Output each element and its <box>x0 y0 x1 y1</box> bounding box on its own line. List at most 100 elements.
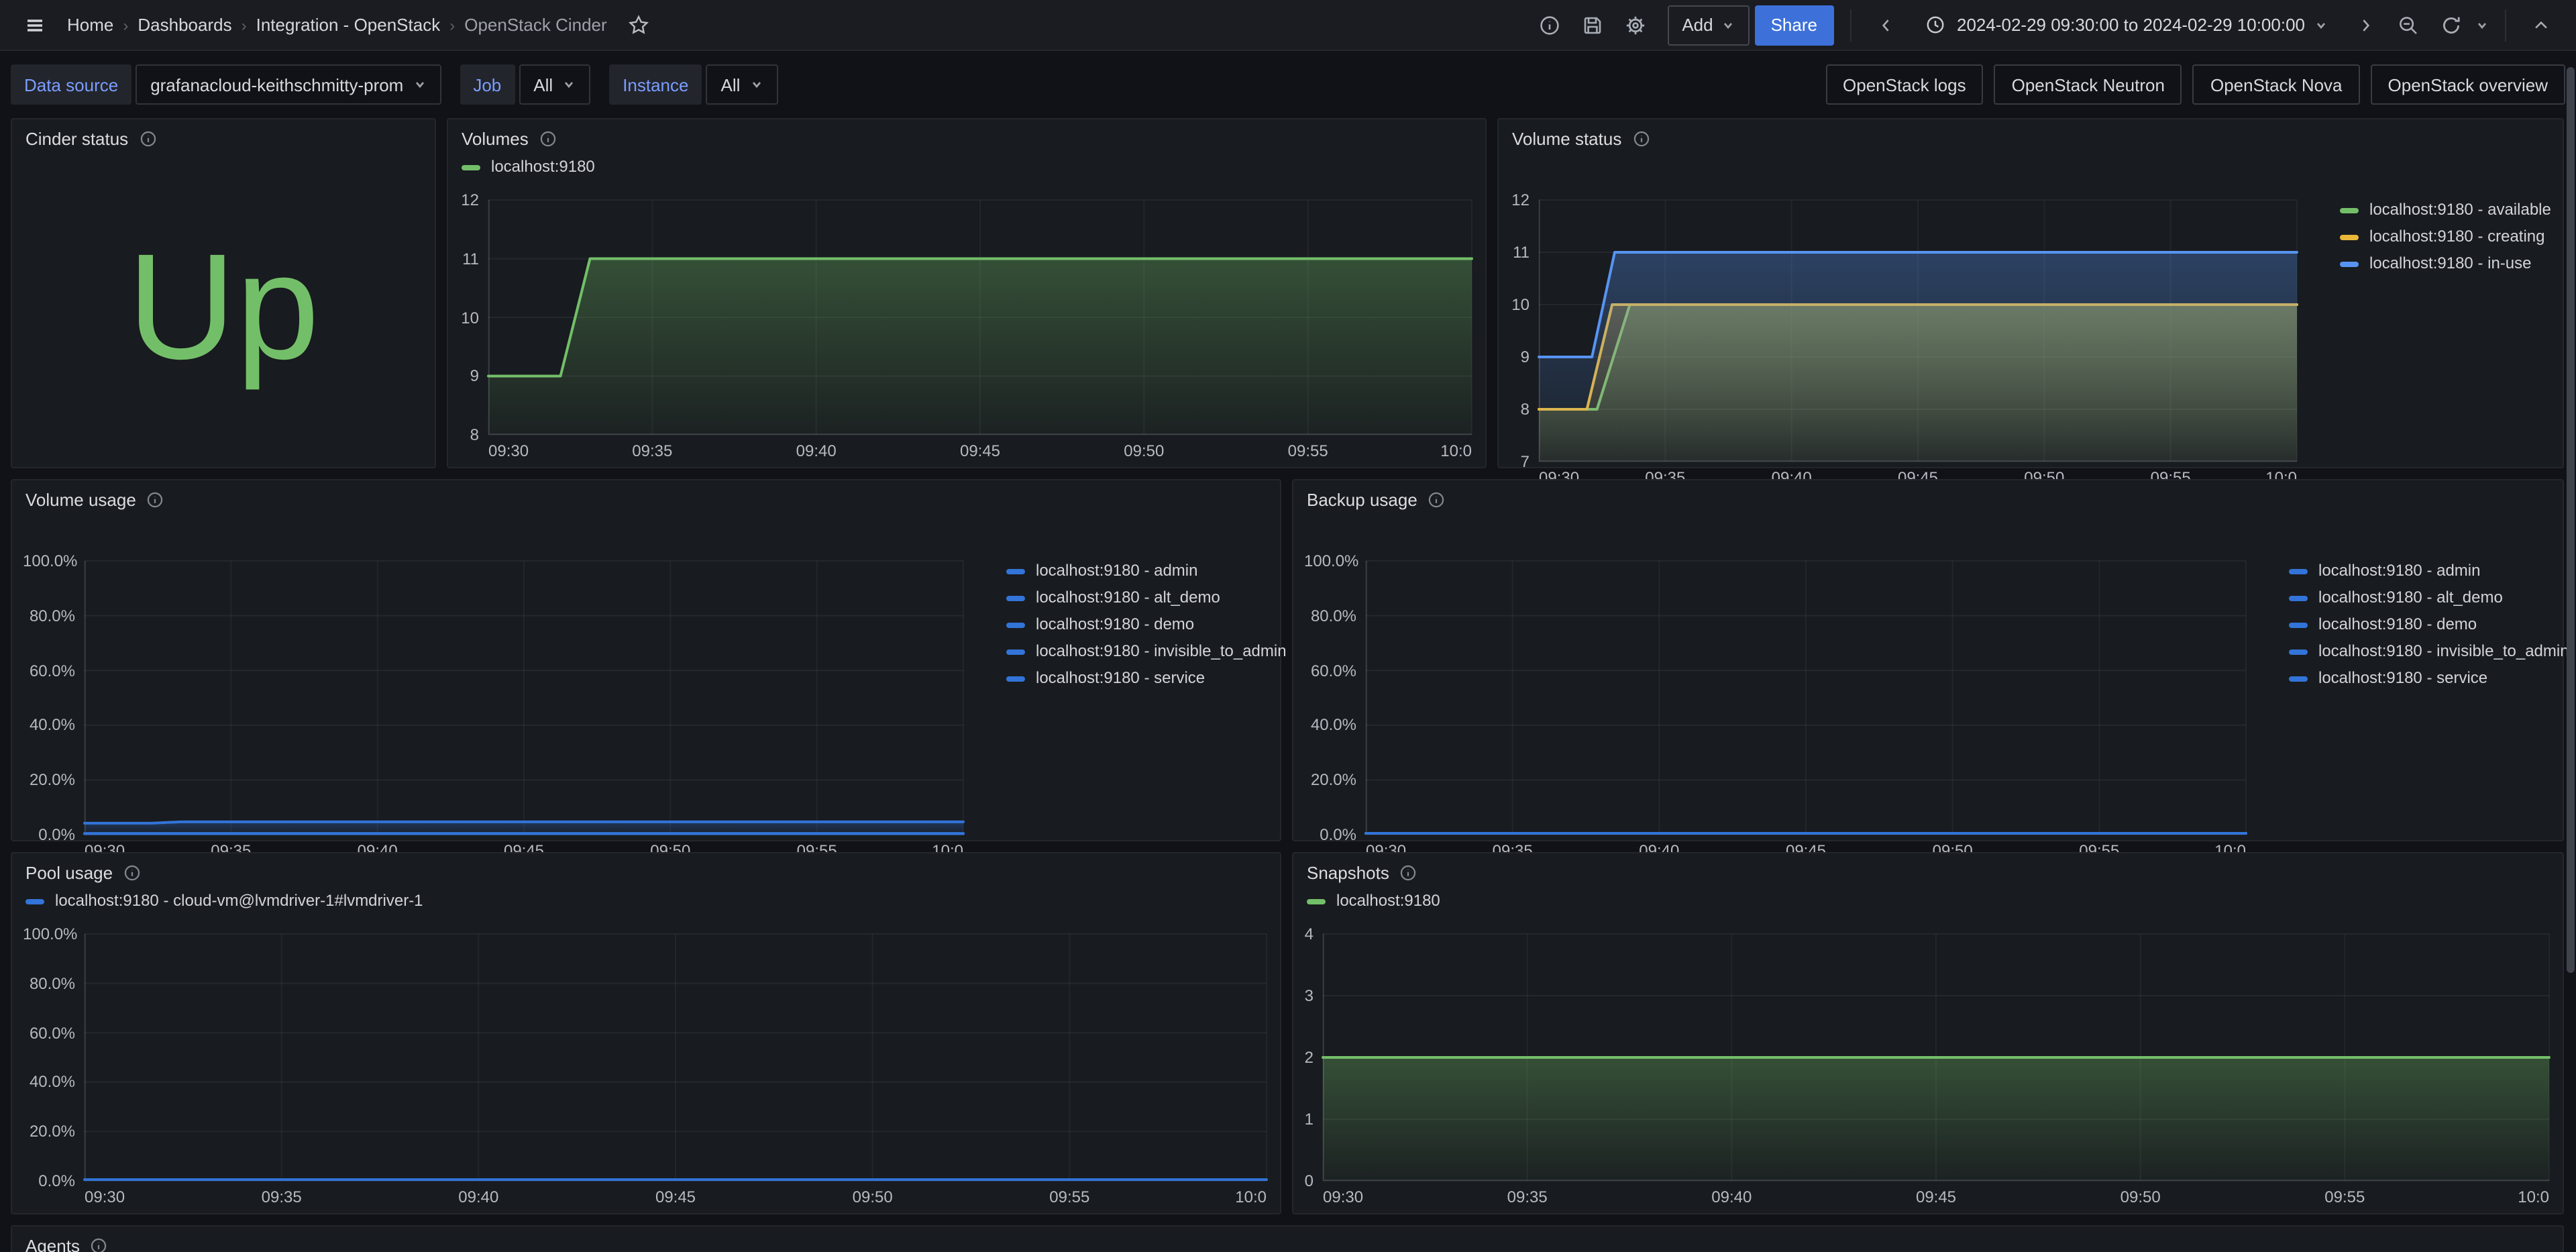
datasource-value-dropdown[interactable]: grafanacloud-keithschmitty-prom <box>136 64 441 105</box>
legend-item[interactable]: localhost:9180 - service <box>2289 671 2573 686</box>
y-axis-tick: 80.0% <box>23 607 75 625</box>
datasource-label[interactable]: Data source <box>11 64 131 105</box>
info-icon[interactable] <box>1428 491 1446 509</box>
add-button[interactable]: Add <box>1667 5 1749 45</box>
info-icon[interactable] <box>1530 6 1568 44</box>
panel-title[interactable]: Snapshots <box>1307 863 1389 883</box>
x-axis-tick: 09:30 <box>85 1188 125 1206</box>
time-forward-icon[interactable] <box>2347 6 2384 44</box>
breadcrumb-item[interactable]: Home <box>67 15 113 35</box>
grafana-app: Home›Dashboards›Integration - OpenStack›… <box>0 0 2576 1252</box>
legend-swatch <box>2289 649 2308 654</box>
legend: localhost:9180 <box>462 160 595 187</box>
hamburger-menu-icon[interactable] <box>16 6 54 44</box>
y-axis-tick: 80.0% <box>1304 607 1356 625</box>
refresh-interval-dropdown[interactable] <box>2475 18 2489 32</box>
x-axis-tick: 09:45 <box>1916 1188 1956 1206</box>
scrollbar[interactable] <box>2567 67 2575 973</box>
legend-swatch <box>2289 568 2308 574</box>
y-axis-tick: 7 <box>1509 452 1529 471</box>
x-axis-tick: 09:40 <box>1711 1188 1752 1206</box>
y-axis-tick: 100.0% <box>23 925 75 943</box>
breadcrumb-item[interactable]: Dashboards <box>138 15 231 35</box>
job-variable: Job All <box>460 64 590 105</box>
x-axis-tick: 10:0 <box>1440 441 1472 460</box>
divider <box>1849 9 1851 41</box>
legend-swatch <box>1307 898 1326 904</box>
refresh-icon[interactable] <box>2432 6 2470 44</box>
legend-item[interactable]: localhost:9180 - service <box>1006 671 1291 686</box>
panel-title[interactable]: Backup usage <box>1307 490 1417 510</box>
breadcrumb-separator: › <box>241 15 247 34</box>
y-axis-tick: 0 <box>1304 1171 1313 1190</box>
legend-item[interactable]: localhost:9180 - admin <box>1006 564 1291 578</box>
legend-item[interactable]: localhost:9180 - admin <box>2289 564 2573 578</box>
chevron-down-icon <box>562 78 576 91</box>
y-axis-tick: 0.0% <box>1304 825 1356 844</box>
y-axis-tick: 20.0% <box>23 770 75 789</box>
legend-item[interactable]: localhost:9180 - demo <box>1006 617 1291 632</box>
panel-title[interactable]: Cinder status <box>25 129 128 149</box>
info-icon[interactable] <box>91 1237 108 1252</box>
y-axis-tick: 100.0% <box>23 552 75 570</box>
x-axis-tick: 10:0 <box>1235 1188 1267 1206</box>
info-icon[interactable] <box>139 130 156 148</box>
breadcrumb-item[interactable]: Integration - OpenStack <box>256 15 441 35</box>
star-icon[interactable] <box>621 6 658 44</box>
info-icon[interactable] <box>539 130 557 148</box>
panel-title[interactable]: Agents <box>25 1236 80 1252</box>
legend-item[interactable]: localhost:9180 - in-use <box>2340 256 2573 271</box>
x-axis-tick: 09:50 <box>1124 441 1164 460</box>
y-axis-tick: 10 <box>459 308 479 327</box>
info-icon[interactable] <box>1400 864 1417 882</box>
job-label[interactable]: Job <box>460 64 515 105</box>
y-axis-tick: 20.0% <box>23 1122 75 1141</box>
panel-title[interactable]: Volume usage <box>25 490 136 510</box>
gear-icon[interactable] <box>1616 6 1654 44</box>
legend-swatch <box>2289 676 2308 681</box>
y-axis-tick: 60.0% <box>23 661 75 680</box>
legend-swatch <box>1006 676 1025 681</box>
dashboard-link-openstack-logs[interactable]: OpenStack logs <box>1825 64 1984 105</box>
panel-title[interactable]: Volume status <box>1512 129 1621 149</box>
legend-item[interactable]: localhost:9180 - demo <box>2289 617 2573 632</box>
chevron-down-icon <box>749 78 763 91</box>
info-icon[interactable] <box>123 864 141 882</box>
legend-label: localhost:9180 - available <box>2369 203 2551 217</box>
job-value-dropdown[interactable]: All <box>519 64 590 105</box>
x-axis-tick: 09:30 <box>488 441 529 460</box>
time-range-picker[interactable]: 2024-02-29 09:30:00 to 2024-02-29 10:00:… <box>1910 5 2341 45</box>
legend-item[interactable]: localhost:9180 - cloud-vm@lvmdriver-1#lv… <box>25 894 423 908</box>
legend: localhost:9180 - admin localhost:9180 - a… <box>2270 564 2573 698</box>
zoom-out-icon[interactable] <box>2390 6 2427 44</box>
legend-item[interactable]: localhost:9180 <box>1307 894 1440 908</box>
legend-swatch <box>2340 234 2359 240</box>
time-back-icon[interactable] <box>1867 6 1904 44</box>
legend-label: localhost:9180 - in-use <box>2369 256 2532 271</box>
dashboard-link-openstack-nova[interactable]: OpenStack Nova <box>2193 64 2360 105</box>
collapse-up-icon[interactable] <box>2522 6 2560 44</box>
legend-item[interactable]: localhost:9180 - alt_demo <box>2289 590 2573 605</box>
instance-value-dropdown[interactable]: All <box>706 64 778 105</box>
dashboard-link-openstack-neutron[interactable]: OpenStack Neutron <box>1994 64 2182 105</box>
legend-item[interactable]: localhost:9180 - creating <box>2340 229 2573 244</box>
legend-item[interactable]: localhost:9180 - invisible_to_admin <box>2289 644 2573 659</box>
info-icon[interactable] <box>147 491 164 509</box>
legend-item[interactable]: localhost:9180 <box>462 160 595 174</box>
legend-item[interactable]: localhost:9180 - invisible_to_admin <box>1006 644 1291 659</box>
share-button[interactable]: Share <box>1755 5 1833 45</box>
breadcrumb-item: OpenStack Cinder <box>464 15 606 35</box>
panel-title[interactable]: Pool usage <box>25 863 113 883</box>
legend-swatch <box>2340 261 2359 266</box>
legend-label: localhost:9180 - creating <box>2369 229 2545 244</box>
y-axis-tick: 11 <box>459 250 479 268</box>
panel-title[interactable]: Volumes <box>462 129 529 149</box>
info-icon[interactable] <box>1632 130 1650 148</box>
chevron-down-icon <box>413 78 426 91</box>
save-icon[interactable] <box>1573 6 1611 44</box>
dashboard-link-openstack-overview[interactable]: OpenStack overview <box>2371 64 2565 105</box>
legend-item[interactable]: localhost:9180 - available <box>2340 203 2573 217</box>
instance-label[interactable]: Instance <box>609 64 702 105</box>
legend-item[interactable]: localhost:9180 - alt_demo <box>1006 590 1291 605</box>
y-axis-tick: 11 <box>1509 243 1529 262</box>
